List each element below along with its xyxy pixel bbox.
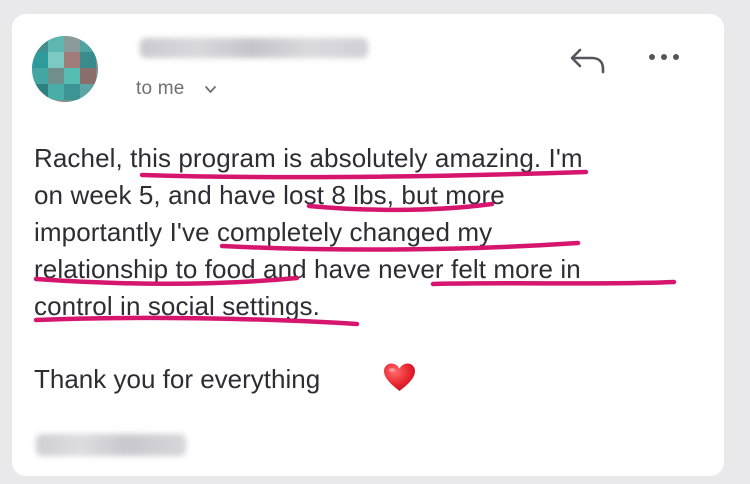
- signature-redacted: [36, 434, 186, 456]
- body-line: importantly I've completely changed my: [34, 217, 493, 247]
- red-heart-emoji: [384, 363, 415, 391]
- more-dots-icon[interactable]: [646, 50, 682, 64]
- closing-text: Thank you for everything: [34, 364, 321, 394]
- chevron-down-icon[interactable]: [204, 83, 217, 96]
- sender-avatar[interactable]: [32, 36, 98, 102]
- body-line: on week 5, and have lost 8 lbs, but more: [34, 180, 505, 210]
- email-body: Rachel, this program is absolutely amazi…: [34, 140, 694, 325]
- body-line: relationship to food and have never felt…: [34, 254, 581, 284]
- recipient-label[interactable]: to me: [136, 78, 185, 100]
- body-line: Rachel, this program is absolutely amazi…: [34, 143, 583, 173]
- reply-arrow-icon[interactable]: [568, 44, 608, 76]
- body-line: control in social settings.: [34, 291, 320, 321]
- email-card: to me Rachel, this program is absolutely…: [12, 14, 724, 476]
- sender-name-redacted: [140, 38, 368, 58]
